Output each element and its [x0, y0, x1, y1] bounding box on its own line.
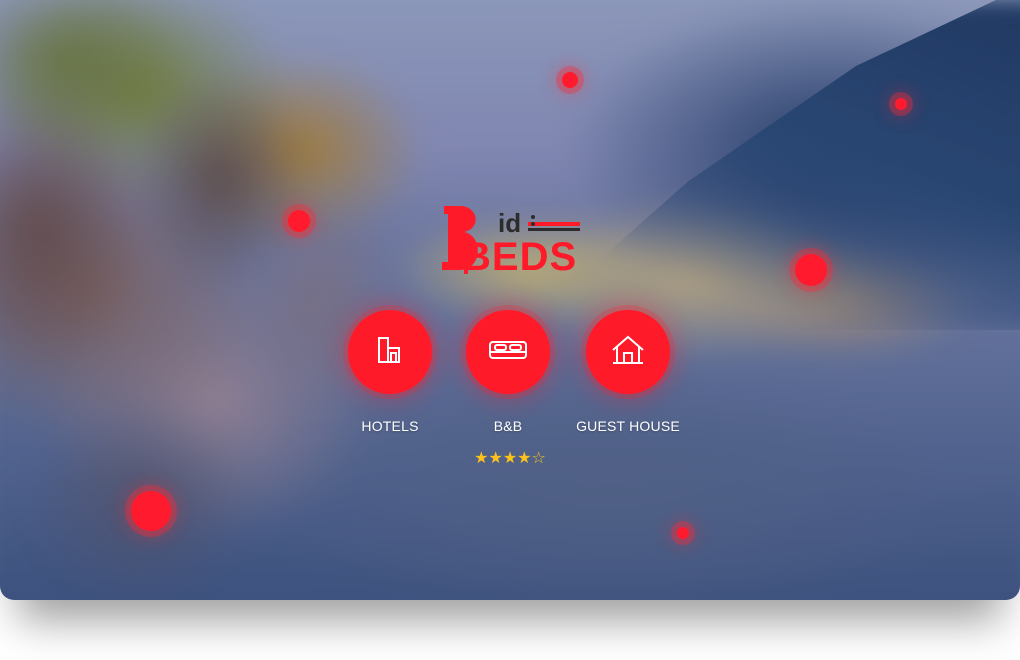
- category-label: B&B: [493, 418, 523, 434]
- decor-dot: [131, 491, 171, 531]
- category-hotels[interactable]: HOTELS: [325, 310, 455, 434]
- decor-dot: [288, 210, 310, 232]
- category-label: GUEST HOUSE: [576, 418, 680, 434]
- decor-dot: [677, 527, 689, 539]
- star-rating: ★★★★☆: [474, 448, 546, 467]
- hotel-building-icon: [377, 336, 403, 369]
- logo-main-text: BEDS: [462, 235, 577, 276]
- category-bnb[interactable]: B&B: [443, 310, 573, 434]
- decor-dot: [562, 72, 578, 88]
- guest-house-button[interactable]: [586, 310, 670, 394]
- hotels-button[interactable]: [348, 310, 432, 394]
- category-guest-house[interactable]: GUEST HOUSE: [563, 310, 693, 434]
- bnb-button[interactable]: [466, 310, 550, 394]
- decor-dot: [795, 254, 827, 286]
- bidbeds-logo: id BEDS: [438, 202, 588, 279]
- logo-id-text: id: [498, 208, 521, 238]
- decor-dot: [895, 98, 907, 110]
- bed-icon: [488, 339, 528, 366]
- hero-background: id BEDS HOTELS B&B GUEST HOUSE ★★★★☆: [0, 0, 1020, 600]
- category-label: HOTELS: [361, 418, 419, 434]
- house-icon: [611, 335, 645, 370]
